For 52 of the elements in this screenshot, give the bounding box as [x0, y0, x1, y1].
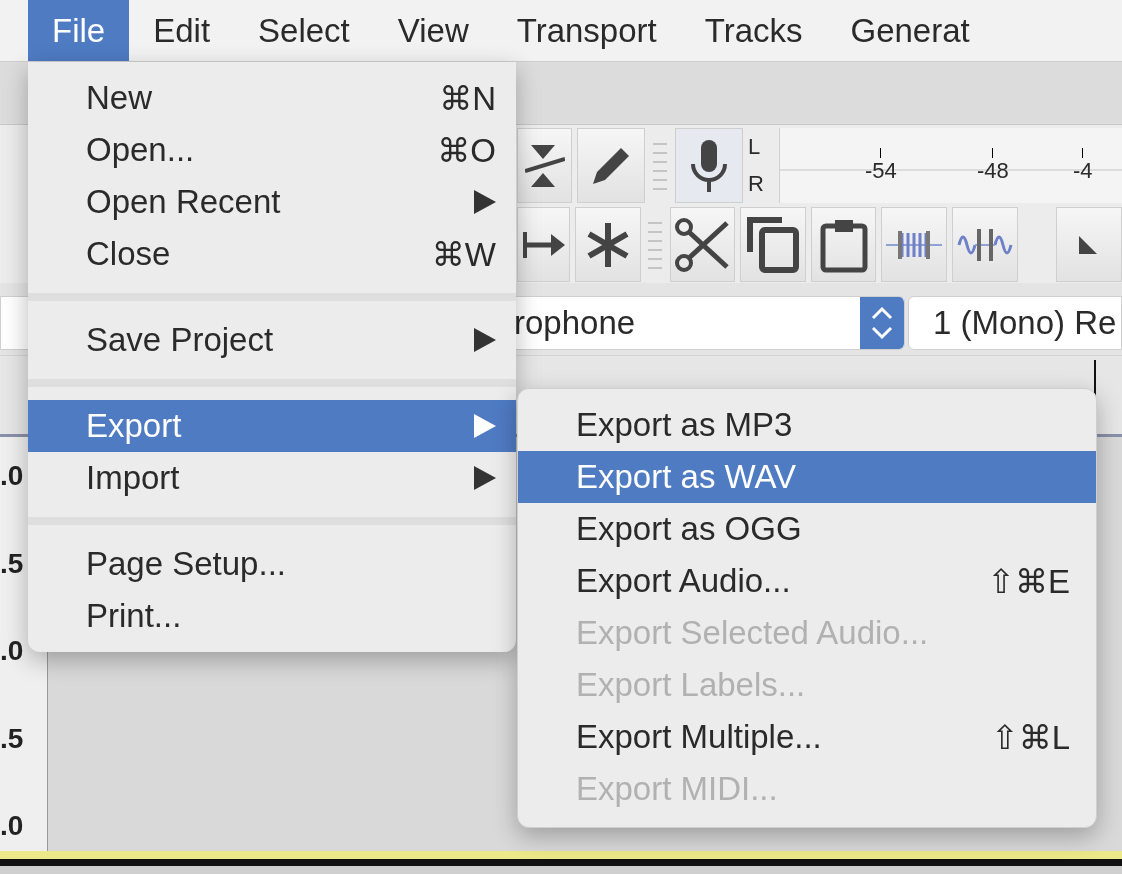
amplitude-scale-label: .5 — [0, 721, 24, 756]
tool-button[interactable] — [1056, 207, 1122, 282]
tool-button[interactable] — [669, 207, 736, 282]
tool-button[interactable] — [517, 128, 572, 203]
tool-button[interactable] — [517, 207, 571, 282]
menu-item[interactable]: Page Setup... — [28, 538, 516, 590]
stepper-icon — [870, 306, 894, 340]
menu-item[interactable]: Import — [28, 452, 516, 504]
tool-button[interactable] — [810, 207, 877, 282]
menu-bar-item[interactable]: Tracks — [680, 0, 827, 61]
menu-item[interactable]: Save Project — [28, 314, 516, 366]
menu-item[interactable]: Open Recent — [28, 176, 516, 228]
menu-bar-item[interactable]: Transport — [492, 0, 681, 61]
copy-icon — [746, 215, 801, 274]
tool-button[interactable] — [575, 207, 641, 282]
menu-bar-item[interactable]: Generat — [826, 0, 994, 61]
meter-channel-label: R — [748, 171, 765, 198]
scissors-icon — [674, 216, 731, 273]
menu-item[interactable]: Export as OGG — [518, 503, 1096, 555]
menu-bar-item[interactable]: Edit — [129, 0, 235, 61]
meter-tick-label: -4 — [1073, 158, 1093, 184]
amplitude-scale-label: .0 — [0, 634, 24, 668]
menu-item[interactable]: Export — [28, 400, 516, 452]
menu-bar-item[interactable]: View — [373, 0, 493, 61]
submenu-arrow-icon — [474, 328, 496, 352]
tool-button[interactable] — [577, 128, 645, 203]
tool-button[interactable] — [675, 128, 743, 203]
menu-item[interactable]: Export as WAV — [518, 451, 1096, 503]
level-meter[interactable]: -54 -48 -4 — [779, 128, 1122, 203]
menu-bar-item[interactable]: File — [28, 0, 130, 61]
tool-button[interactable] — [881, 207, 947, 282]
menu-item[interactable]: Open... ⌘O — [28, 124, 516, 176]
menu-item[interactable]: Close ⌘W — [28, 228, 516, 280]
amplitude-scale-label: .0 — [0, 809, 24, 843]
meter-channel-label: L — [748, 133, 762, 160]
menu-bar-item[interactable]: Select — [234, 0, 374, 61]
menu-item[interactable]: Print... — [28, 590, 516, 642]
microphone-icon — [689, 137, 729, 194]
menu-item[interactable]: Export Audio... ⇧⌘E — [518, 555, 1096, 607]
submenu-arrow-icon — [474, 190, 496, 214]
tool-button[interactable] — [952, 207, 1018, 282]
meter-tick-label: -48 — [977, 158, 1009, 184]
tool-button[interactable] — [740, 207, 806, 282]
input-channels-dropdown[interactable]: 1 (Mono) Re — [908, 296, 1122, 350]
submenu-arrow-icon — [474, 414, 496, 438]
amplitude-scale-label: .5 — [0, 546, 24, 581]
amplitude-scale-label: .0 — [0, 459, 24, 493]
menu-item[interactable]: Export Multiple... ⇧⌘L — [518, 711, 1096, 763]
submenu-arrow-icon — [474, 466, 496, 490]
double-arrow-icon — [522, 229, 565, 260]
meter-tick-label: -54 — [865, 158, 897, 184]
menu-item[interactable]: Export as MP3 — [518, 399, 1096, 451]
